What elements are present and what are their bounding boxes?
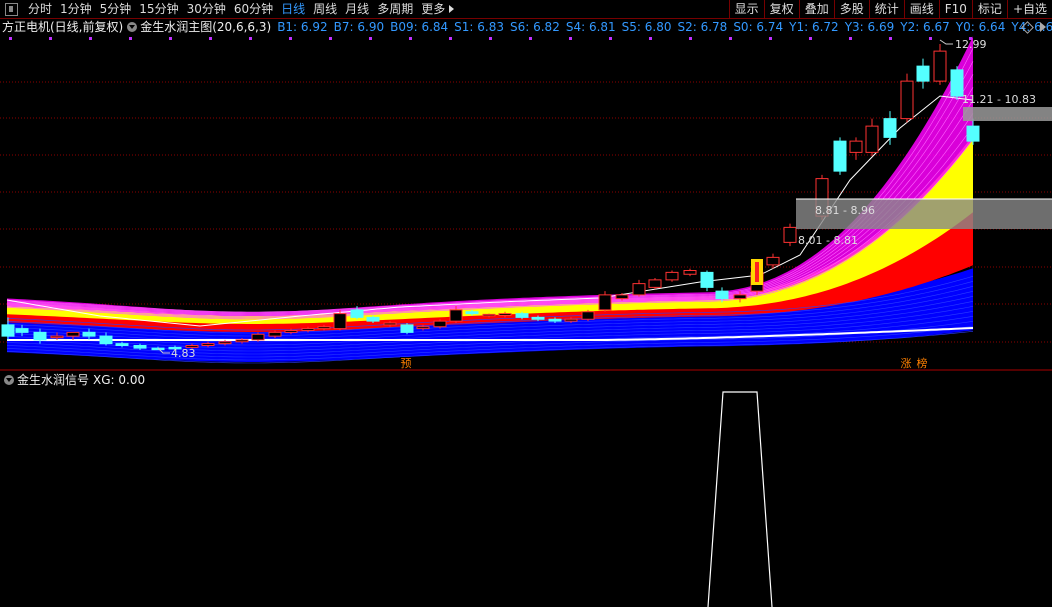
candle-body-39 [648,279,662,288]
candle-body-19 [317,326,331,330]
marker-dot [649,37,652,40]
marker-dot [609,37,612,40]
candle-body-41 [683,270,697,275]
candle-body-5 [82,331,96,337]
candle-body-42 [700,271,714,288]
marker-dot [89,37,92,40]
candle-body-44 [733,294,747,300]
candle-body-53 [900,80,914,120]
candle-body-4 [66,331,80,337]
zone-label-mid: 8.81 - 8.96 [815,204,875,217]
marker-dot [929,37,932,40]
candle-body-54 [916,65,930,82]
kline-chart[interactable]: 11.21 - 10.83 8.81 - 8.96 8.01 - 8.81 12.99… [0,0,1052,607]
limit-up-inner [755,262,759,282]
candle-body-46 [766,256,780,266]
marker-dot [529,37,532,40]
candle-body-57 [966,125,980,142]
candle-body-40 [665,271,679,281]
marker-dot [369,37,372,40]
candle-body-36 [598,294,612,311]
candle-body-24 [400,324,414,333]
candle-body-18 [301,328,315,331]
candle-body-6 [99,335,113,345]
marker-dot [889,37,892,40]
candle-body-1 [15,328,29,333]
candle-body-38 [632,283,646,296]
marker-label-2: 榜 [917,356,928,370]
marker-dot [489,37,492,40]
candle-body-7 [115,343,129,346]
zone-label-top: 11.21 - 10.83 [962,93,1036,106]
candle-body-0 [1,324,15,337]
candle-body-55 [933,50,947,82]
marker-dot [809,37,812,40]
marker-dot [9,37,12,40]
zone-label-low: 8.01 - 8.81 [798,234,858,247]
candle-body-30 [498,313,512,316]
marker-dot [169,37,172,40]
candle-body-17 [284,330,298,333]
high-pointer [939,39,953,45]
marker-dot [329,37,332,40]
candle-body-16 [268,331,282,337]
marker-label-0: 预 [401,357,412,370]
candle-body-49 [833,140,847,172]
candle-body-20 [333,313,347,330]
candle-body-23 [383,322,397,326]
marker-dot [209,37,212,40]
candle-body-33 [548,318,562,322]
candle-body-22 [366,316,380,322]
price-low-label: 4.83 [171,347,196,360]
marker-dot [769,37,772,40]
candle-body-12 [201,343,215,346]
candle-body-50 [849,140,863,153]
xg-signal-line [707,391,773,607]
candle-body-51 [865,125,879,153]
candle-body-37 [615,294,629,300]
marker-dot [129,37,132,40]
candle-body-21 [350,309,364,318]
candle-body-32 [531,316,545,320]
sub-chart-title: 金生水润信号 XG: 0.00 [0,372,145,388]
marker-dot [249,37,252,40]
marker-label-1: 涨 [901,357,912,370]
candle-body-3 [50,335,64,339]
marker-dot [689,37,692,40]
candle-body-27 [449,309,463,322]
marker-dot [409,37,412,40]
candle-body-35 [581,311,595,320]
candle-body-15 [251,333,265,341]
candle-body-14 [235,339,249,343]
marker-dot [569,37,572,40]
candle-body-2 [33,331,47,341]
marker-dot [449,37,452,40]
candle-body-34 [564,318,578,322]
marker-dot [49,37,52,40]
candle-body-52 [883,118,897,138]
candle-body-8 [133,345,147,349]
candle-body-13 [218,341,232,345]
xg-value: XG: 0.00 [93,373,146,387]
candle-body-29 [482,313,496,317]
marker-dot [289,37,292,40]
sub-indicator-name: 金生水润信号 [17,373,90,387]
candle-body-25 [416,326,430,330]
candle-body-47 [783,226,797,243]
marker-dot [729,37,732,40]
marker-dot [849,37,852,40]
candle-body-31 [515,313,529,318]
candle-body-43 [715,290,729,300]
zone-box-top [963,107,1052,121]
candle-body-28 [465,311,479,315]
price-high-label: 12.99 [955,38,987,51]
candle-body-26 [433,320,447,328]
sub-indicator-dropdown-icon[interactable] [4,375,14,385]
